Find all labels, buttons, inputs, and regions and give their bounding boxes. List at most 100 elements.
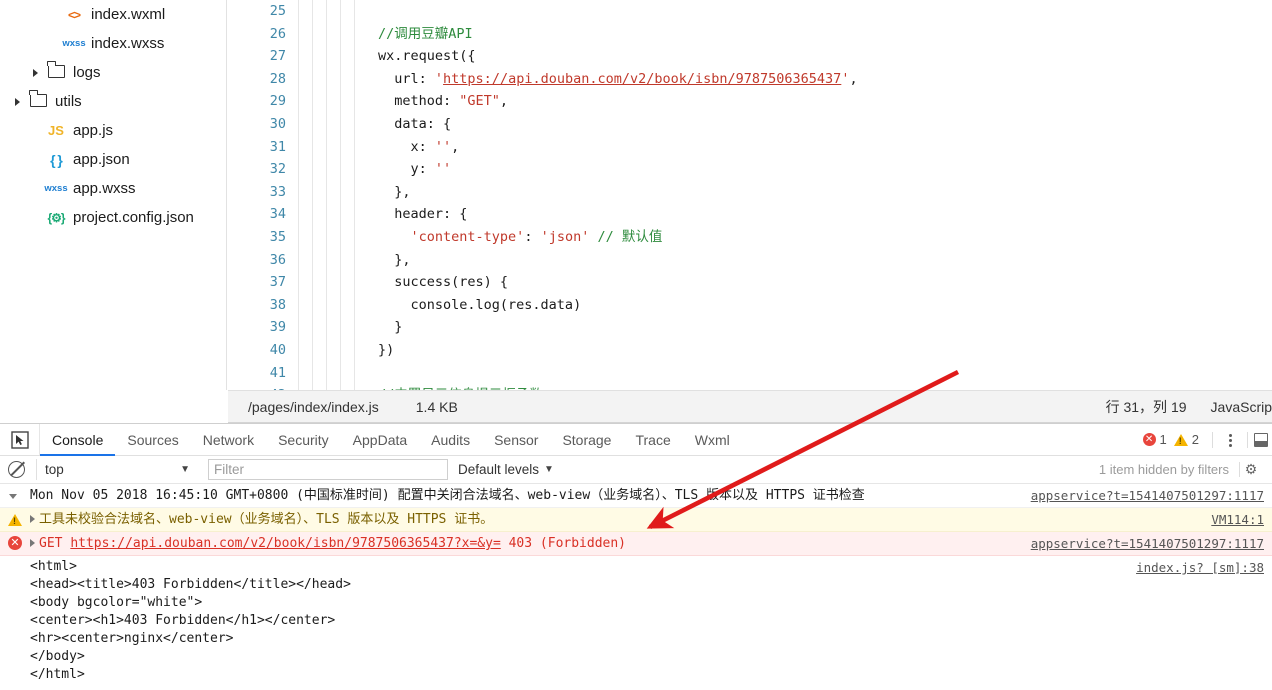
status-language[interactable]: JavaScrip <box>1211 399 1272 415</box>
code-line-number: 25 <box>269 3 286 19</box>
status-right-group: 行 31，列 19 JavaScrip <box>1106 397 1272 417</box>
console-row-text: GET https://api.douban.com/v2/book/isbn/… <box>30 534 1031 553</box>
code-token: url: <box>378 70 435 87</box>
json-file-icon: { } <box>50 151 63 168</box>
warning-triangle-icon <box>1173 433 1188 446</box>
tab-label: Wxml <box>694 431 730 448</box>
status-file-path[interactable]: /pages/index/index.js <box>248 399 379 415</box>
console-row-source-link[interactable]: appservice?t=1541407501297:1117 <box>1031 486 1272 505</box>
console-row[interactable]: Mon Nov 05 2018 16:45:10 GMT+0800 (中国标准时… <box>0 484 1272 508</box>
code-token: header: { <box>378 206 468 223</box>
code-line-number: 26 <box>269 25 286 42</box>
console-row-source-link[interactable]: VM114:1 <box>1211 510 1272 529</box>
disclosure-triangle-down-icon[interactable] <box>0 486 30 499</box>
code-token: "GET" <box>459 93 500 110</box>
code-token: '' <box>434 138 452 155</box>
code-line: 39 } <box>228 316 1272 339</box>
console-row-source-link[interactable]: index.js? [sm]:38 <box>1136 558 1272 577</box>
tab-audits[interactable]: Audits <box>419 424 482 455</box>
code-lines: 25 26 //调用豆瓣API 27 wx.request({28 url: 'http… <box>228 0 1272 390</box>
code-token: //调用豆瓣API <box>378 25 473 42</box>
file-tree-item-label: index.wxml <box>91 6 166 23</box>
code-line: 26 //调用豆瓣API <box>228 23 1272 46</box>
console-row-text: Mon Nov 05 2018 16:45:10 GMT+0800 (中国标准时… <box>30 486 1031 505</box>
folder-icon <box>42 61 70 81</box>
inspect-element-icon[interactable] <box>0 424 40 455</box>
code-line: 25 <box>228 0 1272 23</box>
file-tree-item[interactable]: {⚙} project.config.json <box>0 203 226 232</box>
console-filter-input[interactable] <box>208 459 448 480</box>
file-tree-item[interactable]: wxss app.wxss <box>0 174 226 203</box>
tab-network[interactable]: Network <box>191 424 266 455</box>
warning-triangle-icon[interactable] <box>0 510 30 526</box>
code-line: 37 success(res) { <box>228 271 1272 294</box>
code-line-text: success(res) { <box>294 271 508 294</box>
status-cursor-position[interactable]: 行 31，列 19 <box>1106 397 1187 417</box>
code-token: wx.request({ <box>378 48 476 65</box>
warning-count-badge[interactable]: 2 <box>1173 432 1206 447</box>
more-options-icon[interactable] <box>1219 430 1241 449</box>
console-response-body-line: <center><h1>403 Forbidden</h1></center> <box>30 613 336 628</box>
file-tree-item[interactable]: utils <box>0 87 226 116</box>
disclosure-triangle-icon[interactable] <box>28 65 42 81</box>
code-line-text: data: { <box>294 113 451 136</box>
file-tree-item[interactable]: { } app.json <box>0 145 226 174</box>
code-line: 28 url: 'https://api.douban.com/v2/book/… <box>228 68 1272 91</box>
error-count-badge[interactable]: ✕ 1 <box>1142 432 1174 447</box>
hidden-items-note-group: 1 item hidden by filters ⚙ <box>1099 461 1272 478</box>
code-token: console.log(res.data) <box>378 296 582 313</box>
tab-sensor[interactable]: Sensor <box>482 424 550 455</box>
tab-security[interactable]: Security <box>266 424 341 455</box>
code-editor[interactable]: 25 26 //调用豆瓣API 27 wx.request({28 url: 'http… <box>228 0 1272 390</box>
code-token: // 默认值 <box>597 228 663 245</box>
chevron-down-icon-2: ▼ <box>544 464 554 475</box>
console-output[interactable]: Mon Nov 05 2018 16:45:10 GMT+0800 (中国标准时… <box>0 484 1272 689</box>
tab-storage[interactable]: Storage <box>550 424 623 455</box>
disclosure-triangle-down-icon[interactable] <box>9 494 17 499</box>
code-line-text: }, <box>294 249 411 272</box>
error-circle-icon[interactable]: ✕ <box>0 534 30 550</box>
file-tree-item[interactable]: wxss index.wxss <box>0 29 226 58</box>
clear-console-icon[interactable] <box>8 461 25 478</box>
console-row-message: 工具未校验合法域名、web-view（业务域名）、TLS 版本以及 HTTPS … <box>39 512 494 527</box>
console-context-select[interactable]: top ▼ <box>36 459 196 480</box>
settings-gear-icon[interactable]: ⚙ <box>1240 461 1262 478</box>
code-token: 'json' <box>540 228 590 245</box>
devtools-tabbar-right: ✕ 1 2 <box>1142 424 1272 455</box>
tab-sources[interactable]: Sources <box>115 424 190 455</box>
code-token: , <box>849 70 858 87</box>
file-tree-item[interactable]: <> index.wxml <box>0 0 226 29</box>
code-token: ' <box>434 70 444 87</box>
editor-status-bar: /pages/index/index.js 1.4 KB 行 31，列 19 J… <box>228 390 1272 423</box>
code-line: 30 data: { <box>228 113 1272 136</box>
hidden-items-note: 1 item hidden by filters <box>1098 462 1229 477</box>
tab-trace[interactable]: Trace <box>623 424 682 455</box>
disclosure-triangle-icon[interactable] <box>30 539 35 547</box>
console-row[interactable]: 工具未校验合法域名、web-view（业务域名）、TLS 版本以及 HTTPS … <box>0 508 1272 532</box>
file-tree-item-label: project.config.json <box>73 209 194 226</box>
console-response-body-line: </body> <box>30 649 85 664</box>
code-token: }, <box>378 251 411 268</box>
file-tree-item[interactable]: JS app.js <box>0 116 226 145</box>
console-error-url[interactable]: https://api.douban.com/v2/book/isbn/9787… <box>70 536 500 551</box>
file-tree-item-label: index.wxss <box>91 35 165 52</box>
code-line-text: method: "GET", <box>294 90 508 113</box>
console-row[interactable]: ✕ GET https://api.douban.com/v2/book/isbn… <box>0 532 1272 556</box>
console-response-body-line: </html> <box>30 667 85 682</box>
tab-console[interactable]: Console <box>40 424 116 456</box>
code-line-number: 33 <box>269 183 286 200</box>
dock-position-icon[interactable] <box>1254 432 1268 447</box>
tab-appdata[interactable]: AppData <box>341 424 419 455</box>
file-tree-sidebar[interactable]: <> index.wxml wxss index.wxss logs utils JS app… <box>0 0 227 390</box>
disclosure-triangle-icon[interactable] <box>30 515 35 523</box>
console-log-levels-select[interactable]: Default levels ▼ <box>458 462 554 477</box>
disclosure-triangle-icon[interactable] <box>10 94 24 110</box>
tab-wxml[interactable]: Wxml <box>683 424 742 455</box>
code-token: }, <box>378 183 411 200</box>
console-row-source-link[interactable]: appservice?t=1541407501297:1117 <box>1031 534 1272 553</box>
tab-label: Sensor <box>494 431 539 448</box>
code-line-number: 37 <box>269 274 286 291</box>
code-token: }) <box>378 341 395 358</box>
file-tree-item[interactable]: logs <box>0 58 226 87</box>
error-count-value: 1 <box>1159 432 1167 447</box>
